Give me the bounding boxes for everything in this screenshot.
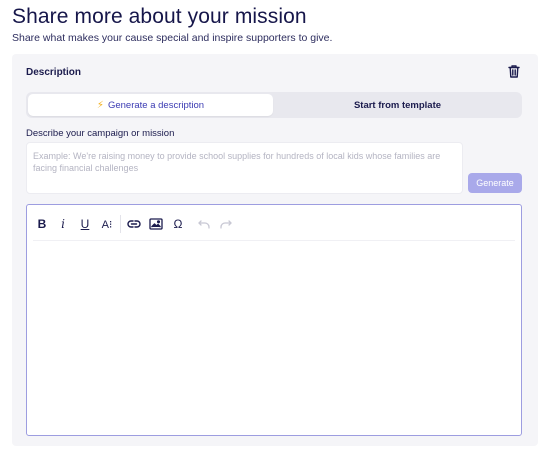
text-size-button[interactable]: A⁝ [100, 216, 114, 232]
link-icon[interactable] [126, 216, 142, 232]
card-header-label: Description [26, 67, 82, 78]
editor-toolbar: B i U A⁝ Ω [27, 205, 521, 241]
toolbar-divider [33, 240, 515, 241]
page-title: Share more about your mission [12, 5, 307, 28]
page-subtitle: Share what makes your cause special and … [12, 32, 333, 44]
start-from-template-label: Start from template [353, 99, 442, 111]
generate-button[interactable]: Generate [468, 173, 522, 193]
generate-description-tab[interactable]: ⚡ Generate a description [28, 94, 273, 116]
toolbar-separator [120, 215, 121, 233]
describe-label: Describe your campaign or mission [26, 128, 175, 139]
undo-icon[interactable] [197, 216, 211, 232]
italic-button[interactable]: i [58, 216, 68, 232]
start-from-template-tab[interactable]: Start from template [275, 94, 520, 116]
trash-icon[interactable] [507, 64, 521, 79]
image-icon[interactable] [148, 216, 164, 232]
editor-content-area[interactable] [33, 245, 515, 429]
special-character-button[interactable]: Ω [171, 216, 185, 232]
description-mode-toggle: ⚡ Generate a description Start from temp… [26, 92, 522, 118]
describe-input[interactable] [26, 142, 463, 194]
underline-button[interactable]: U [79, 216, 91, 232]
rich-text-editor: B i U A⁝ Ω [26, 204, 522, 436]
redo-icon[interactable] [219, 216, 233, 232]
lightning-bolt-icon: ⚡ [96, 99, 104, 111]
description-card: Description ⚡ Generate a description Sta… [12, 54, 538, 446]
generate-description-label: Generate a description [107, 99, 205, 111]
bold-button[interactable]: B [36, 216, 48, 232]
